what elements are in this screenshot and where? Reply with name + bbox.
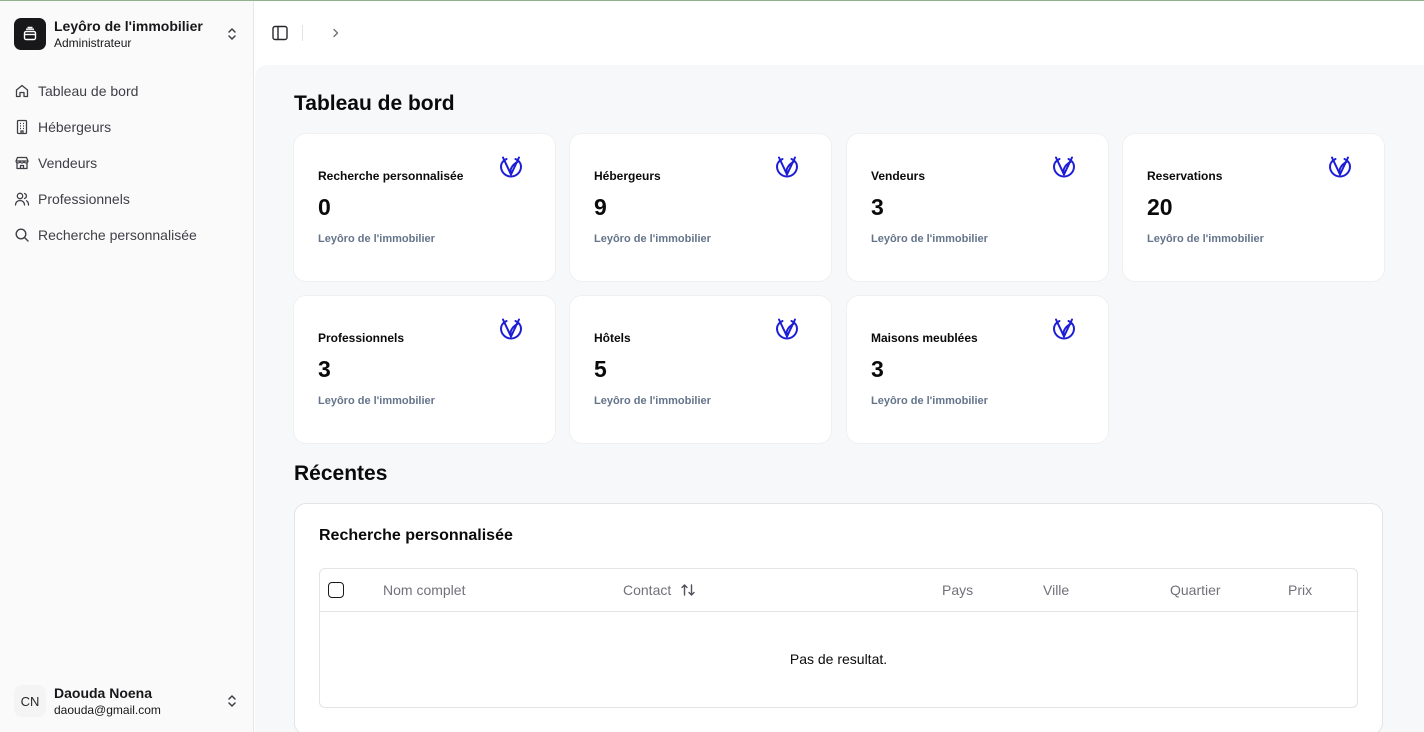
chevron-right-icon — [333, 28, 339, 38]
results-table: Nom complet Contact Pays Ville Quartier … — [319, 568, 1358, 708]
card-subtitle: Leyôro de l'immobilier — [594, 395, 711, 407]
sort-arrows-icon[interactable] — [680, 582, 696, 598]
stat-card-hebergeurs[interactable]: Hébergeurs 9 Leyôro de l'immobilier — [570, 134, 831, 281]
panel-title: Recherche personnalisée — [319, 527, 513, 544]
column-header-nom-complet[interactable]: Nom complet — [383, 582, 465, 598]
users-icon — [14, 192, 30, 206]
sidebar-toggle-icon[interactable] — [271, 24, 289, 42]
column-header-prix[interactable]: Prix — [1288, 582, 1312, 598]
divider — [302, 25, 303, 41]
user-name: Daouda Noena — [54, 684, 153, 701]
card-label: Reservations — [1147, 169, 1223, 183]
main-content: Tableau de bord Recherche personnalisée … — [255, 65, 1424, 732]
chevrons-up-down-icon — [228, 28, 236, 40]
topbar — [254, 1, 1424, 65]
card-subtitle: Leyôro de l'immobilier — [318, 233, 435, 245]
card-value: 3 — [871, 356, 884, 382]
card-label: Professionnels — [318, 331, 405, 345]
card-value: 5 — [594, 356, 607, 382]
card-value: 9 — [594, 194, 607, 220]
sidebar-item-hebergeurs[interactable]: Hébergeurs — [8, 109, 246, 145]
card-label: Vendeurs — [871, 169, 926, 183]
sidebar: Leyôro de l'immobilier Administrateur Ta… — [0, 1, 254, 732]
sidebar-nav: Tableau de bord Hébergeurs Vendeurs Prof… — [8, 73, 246, 253]
table-header: Nom complet Contact Pays Ville Quartier … — [320, 569, 1357, 612]
stat-card-reservations[interactable]: Reservations 20 Leyôro de l'immobilier — [1123, 134, 1384, 281]
card-subtitle: Leyôro de l'immobilier — [871, 233, 988, 245]
vegan-leaf-icon — [500, 318, 522, 340]
sidebar-item-professionnels[interactable]: Professionnels — [8, 181, 246, 217]
user-email: daouda@gmail.com — [54, 702, 161, 717]
empty-state-text: Pas de resultat. — [789, 651, 888, 667]
column-header-pays[interactable]: Pays — [942, 582, 973, 598]
stat-card-maisons-meublees[interactable]: Maisons meublées 3 Leyôro de l'immobilie… — [847, 296, 1108, 443]
stat-card-recherche[interactable]: Recherche personnalisée 0 Leyôro de l'im… — [294, 134, 555, 281]
store-icon — [15, 156, 29, 170]
vegan-leaf-icon — [500, 156, 522, 178]
home-icon — [15, 84, 29, 98]
card-label: Recherche personnalisée — [318, 169, 464, 183]
card-value: 20 — [1147, 194, 1173, 220]
sidebar-item-label: Vendeurs — [38, 155, 98, 171]
sidebar-item-tableau-de-bord[interactable]: Tableau de bord — [8, 73, 246, 109]
select-all-checkbox[interactable] — [328, 582, 344, 598]
column-header-contact[interactable]: Contact — [623, 582, 671, 598]
recent-panel: Recherche personnalisée Nom complet Cont… — [294, 503, 1383, 732]
building-icon — [16, 119, 28, 135]
org-switcher[interactable]: Leyôro de l'immobilier Administrateur — [14, 17, 240, 51]
stat-card-hotels[interactable]: Hôtels 5 Leyôro de l'immobilier — [570, 296, 831, 443]
card-subtitle: Leyôro de l'immobilier — [594, 233, 711, 245]
avatar: CN — [14, 685, 46, 717]
org-role: Administrateur — [54, 35, 132, 50]
card-value: 0 — [318, 194, 331, 220]
vegan-leaf-icon — [776, 156, 798, 178]
vegan-leaf-icon — [1053, 156, 1075, 178]
card-label: Hébergeurs — [594, 169, 661, 183]
sidebar-item-label: Hébergeurs — [38, 119, 112, 135]
page-title: Tableau de bord — [294, 92, 455, 115]
card-subtitle: Leyôro de l'immobilier — [871, 395, 988, 407]
stat-card-vendeurs[interactable]: Vendeurs 3 Leyôro de l'immobilier — [847, 134, 1108, 281]
card-label: Maisons meublées — [871, 331, 978, 345]
card-subtitle: Leyôro de l'immobilier — [318, 395, 435, 407]
card-value: 3 — [871, 194, 884, 220]
card-label: Hôtels — [594, 331, 631, 345]
sidebar-item-label: Recherche personnalisée — [38, 227, 197, 243]
vegan-leaf-icon — [1329, 156, 1351, 178]
sidebar-item-vendeurs[interactable]: Vendeurs — [8, 145, 246, 181]
column-header-quartier[interactable]: Quartier — [1170, 582, 1221, 598]
card-subtitle: Leyôro de l'immobilier — [1147, 233, 1264, 245]
sidebar-item-label: Tableau de bord — [38, 83, 139, 99]
section-title-recentes: Récentes — [294, 462, 388, 485]
sidebar-item-recherche-personnalisee[interactable]: Recherche personnalisée — [8, 217, 246, 253]
stat-card-professionnels[interactable]: Professionnels 3 Leyôro de l'immobilier — [294, 296, 555, 443]
card-value: 3 — [318, 356, 331, 382]
org-logo-icon — [14, 18, 46, 50]
sidebar-item-label: Professionnels — [38, 191, 130, 207]
column-header-ville[interactable]: Ville — [1043, 582, 1069, 598]
vegan-leaf-icon — [1053, 318, 1075, 340]
search-icon — [15, 228, 29, 242]
org-name: Leyôro de l'immobilier — [54, 17, 203, 34]
chevrons-up-down-icon — [228, 695, 236, 707]
vegan-leaf-icon — [776, 318, 798, 340]
user-menu[interactable]: CN Daouda Noena daouda@gmail.com — [14, 683, 240, 719]
